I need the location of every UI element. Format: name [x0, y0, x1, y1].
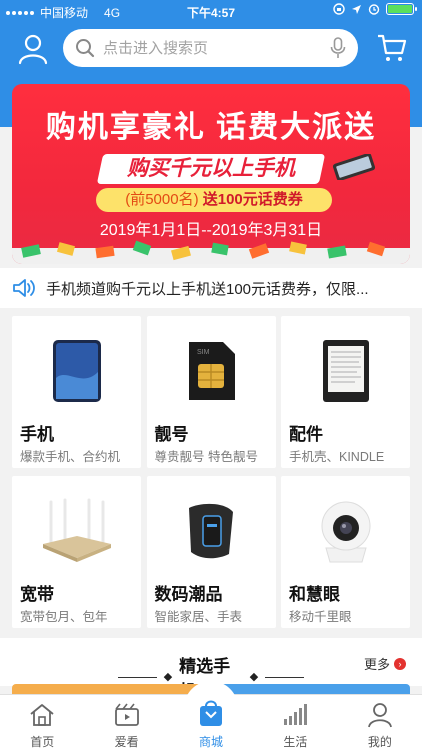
- phone-illustration: [332, 154, 376, 180]
- tab-home[interactable]: 首页: [0, 695, 84, 750]
- category-desc: 宽带包月、包年: [20, 610, 108, 624]
- divider: [264, 676, 305, 678]
- alarm-icon: [368, 4, 380, 15]
- category-desc: 移动千里眼: [289, 610, 352, 624]
- search-icon: [76, 39, 95, 58]
- user-icon[interactable]: [16, 32, 50, 66]
- phone-product-image: [52, 340, 101, 402]
- promo-banner[interactable]: 购机享豪礼 话费大派送 购买千元以上手机 (前5000名) 送100元话费券 2…: [12, 84, 410, 264]
- confetti-decoration: [12, 240, 410, 264]
- category-desc: 手机壳、KINDLE: [289, 450, 385, 464]
- category-name: 配件: [289, 425, 323, 444]
- banner-sub-main: 送100元话费券: [202, 191, 303, 208]
- category-number[interactable]: SIM 靓号 尊贵靓号 特色靓号: [146, 316, 276, 468]
- tab-label: 生活: [283, 735, 308, 749]
- tab-label: 商城: [199, 735, 224, 749]
- category-camera[interactable]: 和慧眼 移动千里眼: [281, 476, 410, 628]
- category-name: 宽带: [20, 585, 54, 604]
- security-camera-image: [321, 501, 370, 563]
- featured-card-right[interactable]: [214, 684, 410, 694]
- banner-ribbon: 购买千元以上手机: [96, 154, 326, 184]
- tab-life[interactable]: 生活: [253, 695, 337, 750]
- featured-phones-section: 精选手机 更多 ›: [0, 638, 422, 701]
- banner-title: 购机享豪礼 话费大派送: [45, 111, 377, 144]
- chevron-right-icon: ›: [394, 657, 406, 670]
- battery-icon: [386, 3, 417, 15]
- sim-card-image: SIM: [189, 342, 235, 400]
- lock-rotation-icon: [333, 3, 345, 15]
- category-accessories[interactable]: 配件 手机壳、KINDLE: [281, 316, 410, 468]
- ereader-image: [322, 340, 369, 402]
- diamond-icon: [249, 672, 258, 682]
- bottom-tab-bar: 首页 爱看 商城 生活 我的: [0, 681, 422, 750]
- tab-label: 我的: [367, 735, 392, 749]
- location-icon: [352, 4, 361, 14]
- category-name: 靓号: [154, 425, 189, 444]
- category-name: 和慧眼: [289, 585, 340, 604]
- tab-label: 首页: [30, 735, 55, 749]
- category-desc: 爆款手机、合约机: [20, 450, 121, 464]
- tab-mall[interactable]: 商城: [169, 681, 253, 750]
- search-bar[interactable]: [63, 29, 358, 67]
- banner-subline: (前5000名) 送100元话费券: [96, 188, 332, 212]
- more-link[interactable]: 更多 ›: [364, 654, 406, 673]
- video-icon: [114, 703, 139, 726]
- category-grid: 手机 爆款手机、合约机 SIM 靓号 尊贵靓号 特色靓号 配件 手机壳、KIND…: [12, 316, 410, 628]
- notice-text: 手机频道购千元以上手机送100元话费券，仅限...: [46, 280, 369, 298]
- home-icon: [30, 704, 54, 726]
- category-phone[interactable]: 手机 爆款手机、合约机: [12, 316, 141, 468]
- microphone-icon[interactable]: [330, 37, 346, 59]
- tab-mine[interactable]: 我的: [338, 695, 422, 750]
- signal-icon: [284, 704, 308, 725]
- diamond-icon: [164, 672, 173, 682]
- shopping-bag-icon: [200, 700, 223, 726]
- battery-level: [388, 5, 412, 13]
- category-digital[interactable]: 数码潮品 智能家居、手表: [146, 476, 276, 628]
- router-image: [42, 498, 111, 562]
- svg-text:SIM: SIM: [197, 349, 210, 356]
- status-right: [333, 3, 417, 15]
- banner-ribbon-text: 购买千元以上手机: [127, 157, 295, 180]
- category-desc: 尊贵靓号 特色靓号: [154, 450, 258, 464]
- status-bar: 中国移动 4G 下午4:57: [0, 0, 422, 22]
- category-name: 手机: [20, 425, 54, 444]
- profile-icon: [367, 703, 392, 728]
- notice-bar[interactable]: 手机频道购千元以上手机送100元话费券，仅限...: [0, 268, 422, 308]
- banner-sub-prefix: (前5000名): [125, 191, 199, 208]
- speaker-icon: [13, 279, 35, 297]
- category-name: 数码潮品: [154, 585, 223, 604]
- category-broadband[interactable]: 宽带 宽带包月、包年: [12, 476, 141, 628]
- banner-area: 购机享豪礼 话费大派送 购买千元以上手机 (前5000名) 送100元话费券 2…: [0, 80, 422, 268]
- smartband-image: [189, 503, 233, 559]
- cart-icon[interactable]: [376, 32, 408, 64]
- tab-watch[interactable]: 爱看: [84, 695, 168, 750]
- divider: [118, 676, 158, 678]
- more-label: 更多: [363, 657, 390, 672]
- tab-label: 爱看: [114, 735, 139, 749]
- banner-date: 2019年1月1日--2019年3月31日: [99, 222, 323, 239]
- top-header: [0, 22, 422, 80]
- category-desc: 智能家居、手表: [154, 610, 243, 624]
- featured-card-left[interactable]: [12, 684, 208, 694]
- search-input[interactable]: [103, 39, 330, 57]
